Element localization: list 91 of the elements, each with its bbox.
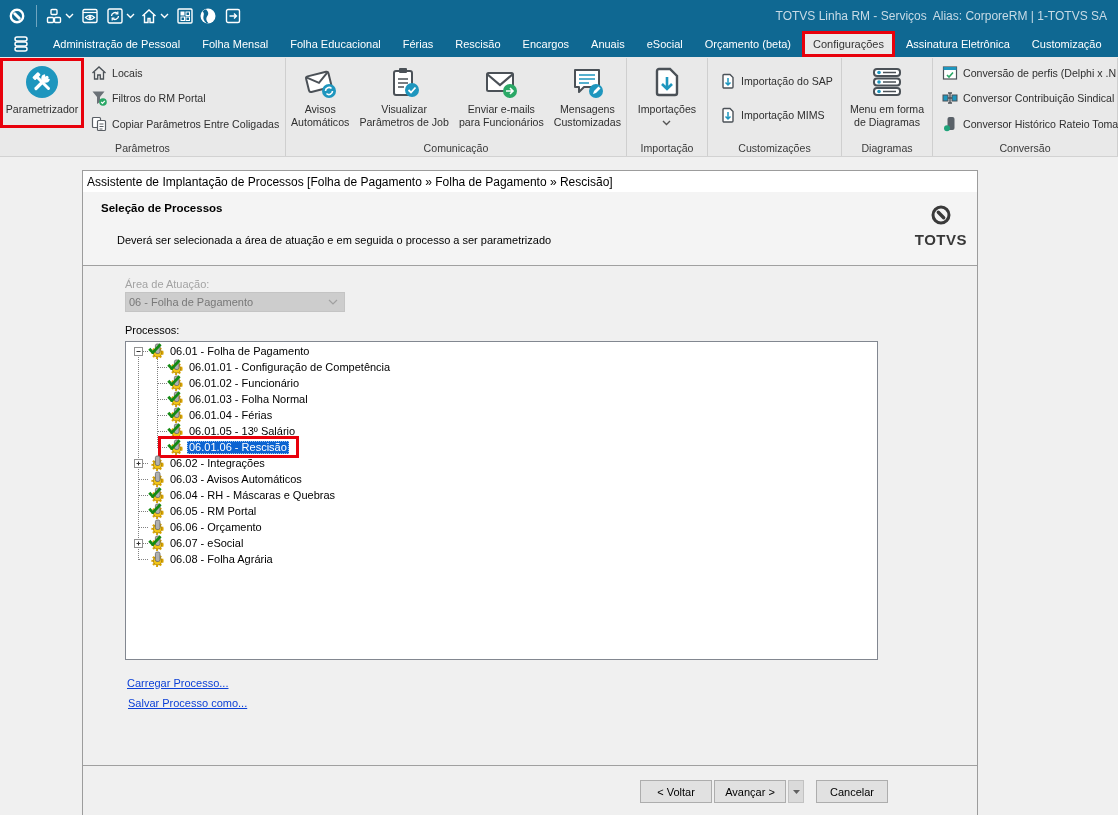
- ribbon-button[interactable]: Avisos Automáticos: [288, 58, 353, 128]
- tree-item[interactable]: 06.01.06 - Rescisão: [187, 440, 289, 454]
- tree-item[interactable]: 06.06 - Orçamento: [168, 520, 264, 534]
- refresh-icon[interactable]: [107, 7, 123, 24]
- tools-icon: [26, 66, 58, 98]
- dropdown-button[interactable]: [788, 780, 804, 803]
- tree-item[interactable]: 06.01.02 - Funcionário: [187, 376, 302, 390]
- home-icon: [91, 64, 107, 81]
- field-label: Área de Atuação:: [125, 278, 210, 291]
- window-check-icon: [942, 64, 958, 81]
- ribbon-tab[interactable]: Férias: [391, 31, 445, 57]
- process-tree[interactable]: [125, 341, 878, 660]
- link[interactable]: Carregar Processo...: [127, 677, 229, 690]
- blocks-icon[interactable]: [46, 7, 62, 24]
- back-button[interactable]: < Voltar: [640, 780, 712, 803]
- next-button[interactable]: Avançar >: [714, 780, 786, 803]
- ribbon-tab[interactable]: eSocial: [635, 31, 694, 57]
- collapse-icon[interactable]: [134, 346, 143, 356]
- home-icon[interactable]: [141, 7, 157, 24]
- globe-icon[interactable]: [200, 7, 216, 24]
- eye-icon[interactable]: [82, 7, 98, 24]
- ribbon-tab[interactable]: Rescisão: [444, 31, 512, 57]
- ribbon-button[interactable]: Visualizar Parâmetros de Job: [356, 58, 452, 128]
- ribbon-button[interactable]: Enviar e-mails para Funcionários: [455, 58, 547, 128]
- caret-icon[interactable]: [126, 12, 135, 19]
- ribbon-tab[interactable]: Orçamento (beta): [693, 31, 802, 57]
- tree-item[interactable]: 06.01.03 - Folha Normal: [187, 392, 310, 406]
- ribbon-tab[interactable]: Folha Mensal: [191, 31, 280, 57]
- ribbon-button[interactable]: Importação do SAP: [717, 70, 836, 92]
- menu-icon[interactable]: [13, 36, 29, 52]
- ribbon-button[interactable]: Conversor Contribuição Sindical: [939, 87, 1118, 109]
- group-label: Customizações: [737, 141, 812, 156]
- tree-item[interactable]: 06.07 - eSocial: [168, 536, 246, 550]
- section-description: Deverá ser selecionada a área de atuação e em seguida o processo a ser parametrizado: [117, 234, 552, 247]
- ribbon-button[interactable]: Conversão de perfis (Delphi x .N: [939, 61, 1118, 84]
- ribbon-tab[interactable]: Administração de Pessoal: [42, 31, 192, 57]
- caret-icon[interactable]: [160, 12, 169, 19]
- document-download-icon: [720, 73, 737, 89]
- ribbon-tab[interactable]: Customização: [1020, 31, 1113, 57]
- tree-item[interactable]: 06.01 - Folha de Pagamento: [168, 344, 312, 358]
- tree-item[interactable]: 06.03 - Avisos Automáticos: [168, 472, 304, 486]
- group-label: Parâmetros: [114, 141, 171, 156]
- caret-icon: [328, 299, 338, 305]
- tree-item[interactable]: 06.04 - RH - Máscaras e Quebras: [168, 488, 338, 502]
- logo-icon[interactable]: [9, 7, 25, 24]
- exit-icon[interactable]: [225, 7, 241, 24]
- message-edit-icon: [571, 66, 604, 98]
- tree-item[interactable]: 06.05 - RM Portal: [168, 504, 259, 518]
- logo-text: TOTVS: [914, 231, 967, 248]
- caret-icon: [792, 789, 800, 794]
- ribbon-button[interactable]: Menu em forma de Diagramas: [846, 58, 928, 128]
- link[interactable]: Salvar Processo como...: [128, 697, 248, 710]
- expand-icon[interactable]: [134, 538, 143, 548]
- document-download-icon: [720, 107, 737, 123]
- ribbon-button[interactable]: Locais: [88, 61, 283, 84]
- cancel-button[interactable]: Cancelar: [816, 780, 888, 803]
- group-label: Conversão: [998, 141, 1052, 156]
- grid-icon[interactable]: [177, 7, 193, 24]
- group-label: Comunicação: [422, 141, 490, 156]
- ribbon-button[interactable]: Parametrizador: [0, 58, 84, 128]
- caret-icon[interactable]: [65, 12, 74, 19]
- ribbon-button[interactable]: Mensagens Customizadas: [550, 58, 624, 128]
- connector-icon: [942, 90, 958, 106]
- tree-item[interactable]: 06.01.04 - Férias: [187, 408, 275, 422]
- stack-icon: [871, 66, 903, 98]
- ribbon-button[interactable]: Conversor Histórico Rateio Toma: [939, 112, 1118, 135]
- tree-item[interactable]: 06.02 - Integrações: [168, 456, 267, 470]
- ribbon-button[interactable]: Filtros do RM Portal: [88, 87, 283, 109]
- tree-item[interactable]: 06.01.01 - Configuração de Competência: [187, 360, 393, 374]
- ribbon-button[interactable]: Copiar Parâmetros Entre Coligadas: [88, 112, 283, 135]
- field-label: Processos:: [125, 324, 180, 337]
- ribbon-dropdown-button[interactable]: Importações: [634, 58, 700, 128]
- group-label: Importação: [639, 141, 695, 156]
- tree-item[interactable]: 06.08 - Folha Agrária: [168, 552, 275, 566]
- logo-icon: [930, 205, 951, 225]
- section-heading: Seleção de Processos: [101, 201, 223, 215]
- caret-icon: [662, 120, 672, 126]
- copy-icon: [91, 115, 107, 132]
- app-title: TOTVS Linha RM - Serviços Alias: CorporeRM | 1-TOTVS SA: [775, 8, 1107, 23]
- tree-item[interactable]: 06.01.05 - 13º Salário: [187, 424, 298, 438]
- ribbon-tab[interactable]: Configurações: [801, 31, 895, 57]
- ribbon-button[interactable]: Importação MIMS: [717, 104, 836, 126]
- ribbon-tab[interactable]: Anuais: [580, 31, 636, 57]
- ribbon-tab[interactable]: Folha Educacional: [279, 31, 392, 57]
- ribbon-tab[interactable]: Assinatura Eletrônica: [894, 31, 1021, 57]
- filter-check-icon: [91, 90, 107, 106]
- dialog-title: Assistente de Implantação de Processos [Folha de Pagamento » Folha de Pagamento » Rescisão]: [83, 171, 977, 192]
- ribbon-tab[interactable]: Encargos: [511, 31, 581, 57]
- cylinder-icon: [942, 115, 958, 132]
- expand-icon[interactable]: [134, 458, 143, 468]
- group-label: Diagramas: [860, 141, 914, 156]
